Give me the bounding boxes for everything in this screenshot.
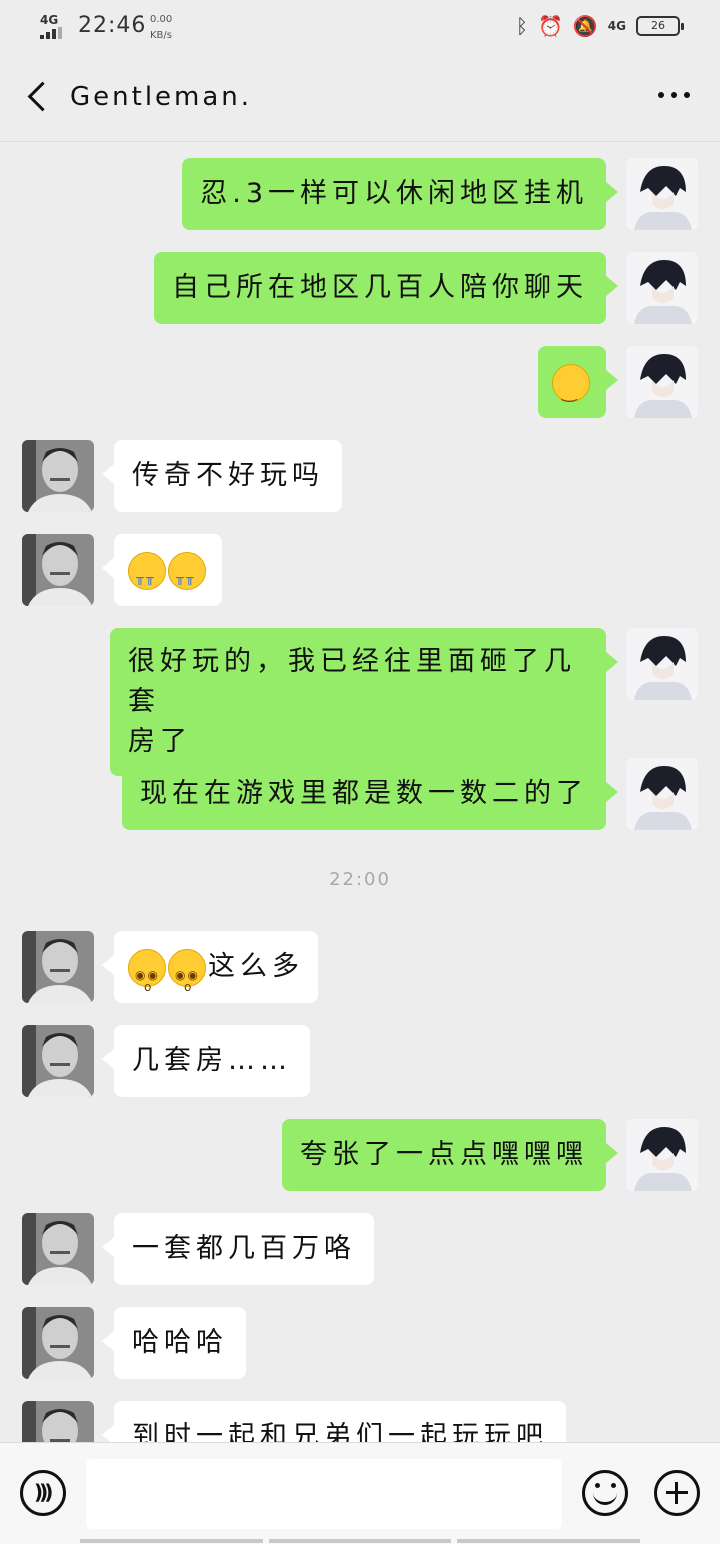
alarm-icon: ⏰: [537, 14, 563, 38]
contact-avatar[interactable]: [22, 440, 94, 512]
smug-face-emoji: [552, 363, 590, 413]
clock: 22:46: [78, 13, 147, 38]
message-bubble[interactable]: 传奇不好玩吗: [102, 440, 342, 512]
message-bubble[interactable]: [538, 346, 618, 418]
message-bubble[interactable]: 现在在游戏里都是数一数二的了: [122, 758, 618, 830]
bluetooth-icon: ᛒ: [515, 14, 528, 38]
message-bubble[interactable]: [102, 534, 222, 606]
my-avatar[interactable]: [626, 158, 698, 230]
signal-icon: [40, 27, 62, 39]
message-input[interactable]: [86, 1459, 562, 1529]
more-options-icon[interactable]: [658, 92, 690, 98]
status-icons: ᛒ ⏰ 🔕 4G 26: [515, 14, 684, 38]
more-functions-icon[interactable]: [654, 1470, 700, 1516]
mute-icon: 🔕: [572, 14, 598, 38]
chat-header: Gentleman.: [0, 56, 720, 142]
speed-unit: KB/s: [150, 30, 172, 41]
crying-face-emoji: [128, 551, 166, 599]
contact-avatar[interactable]: [22, 1307, 94, 1379]
contact-avatar[interactable]: [22, 1025, 94, 1097]
message-bubble[interactable]: 忍.3一样可以休闲地区挂机: [182, 158, 618, 230]
contact-avatar[interactable]: [22, 1401, 94, 1442]
chat-title: Gentleman.: [70, 82, 253, 112]
speed-value: 0.00: [150, 14, 173, 25]
my-avatar[interactable]: [626, 252, 698, 324]
navigation-gesture-bar: [80, 1539, 641, 1543]
message-bubble[interactable]: 这么多: [102, 931, 318, 1007]
message-text: 这么多: [208, 951, 304, 982]
message-bubble[interactable]: 很好玩的，我已经往里面砸了几套房了: [110, 628, 618, 776]
network-type: 4G: [40, 13, 59, 27]
message-text-line: 房了: [128, 726, 192, 757]
my-avatar[interactable]: [626, 628, 698, 700]
message-bubble[interactable]: 哈哈哈: [102, 1307, 246, 1379]
message-text-line: 很好玩的，我已经往里面砸了几套: [128, 646, 576, 717]
my-avatar[interactable]: [626, 758, 698, 830]
message-list[interactable]: 忍.3一样可以休闲地区挂机 自己所在地区几百人陪你聊天 传奇不好玩吗 很好玩的，…: [0, 143, 720, 1442]
back-arrow-icon[interactable]: [22, 80, 58, 116]
emoji-picker-icon[interactable]: [582, 1470, 628, 1516]
mobile-data-icon: 4G: [607, 19, 626, 33]
message-bubble[interactable]: 自己所在地区几百人陪你聊天: [154, 252, 618, 324]
battery-icon: 26: [636, 16, 684, 36]
message-timestamp: 22:00: [329, 869, 391, 890]
voice-input-icon[interactable]: [20, 1470, 66, 1516]
message-bubble[interactable]: 夸张了一点点嘿嘿嘿: [282, 1119, 618, 1191]
input-bar: [0, 1442, 720, 1544]
status-bar: 4G 22:46 0.00 KB/s ᛒ ⏰ 🔕 4G 26: [0, 0, 720, 56]
astonished-face-emoji: [168, 948, 206, 1007]
network-speed: 0.00 KB/s: [150, 12, 172, 44]
message-bubble[interactable]: 几套房……: [102, 1025, 310, 1097]
my-avatar[interactable]: [626, 1119, 698, 1191]
astonished-face-emoji: [128, 948, 166, 1007]
contact-avatar[interactable]: [22, 534, 94, 606]
message-bubble[interactable]: 一套都几百万咯: [102, 1213, 374, 1285]
contact-avatar[interactable]: [22, 931, 94, 1003]
crying-face-emoji: [168, 551, 206, 599]
message-bubble[interactable]: 到时一起和兄弟们一起玩玩吧: [102, 1401, 566, 1442]
my-avatar[interactable]: [626, 346, 698, 418]
contact-avatar[interactable]: [22, 1213, 94, 1285]
